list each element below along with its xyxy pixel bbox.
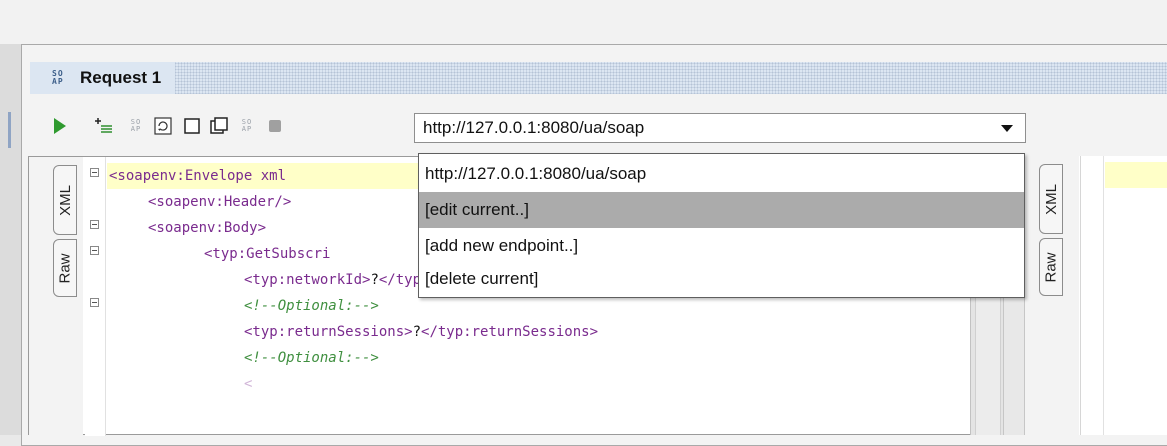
- endpoint-combo[interactable]: http://127.0.0.1:8080/ua/soap: [414, 113, 1026, 143]
- format-icon[interactable]: [153, 114, 173, 138]
- left-strip: [0, 44, 22, 435]
- tab-xml[interactable]: XML: [53, 165, 77, 235]
- endpoint-dropdown-list[interactable]: http://127.0.0.1:8080/ua/soap [edit curr…: [418, 153, 1025, 298]
- code-line-1: <soapenv:Envelope xml: [109, 163, 286, 189]
- code-line-5-value: ?: [370, 272, 379, 288]
- soap-icon: SO AP: [52, 67, 74, 89]
- title-inner: SO AP Request 1: [30, 62, 176, 94]
- fold-toggle-envelope[interactable]: [90, 168, 99, 177]
- response-tab-xml[interactable]: XML: [1039, 164, 1063, 234]
- endpoint-value: http://127.0.0.1:8080/ua/soap: [423, 118, 645, 137]
- code-line-8-comment: <!--Optional:-->: [244, 350, 379, 366]
- request-titlebar[interactable]: SO AP Request 1: [30, 62, 1167, 94]
- tab-xml-label: XML: [56, 184, 74, 216]
- code-line-2: <soapenv:Header/>: [148, 189, 291, 215]
- soap-disabled-icon: SO AP: [237, 114, 257, 138]
- fold-toggle-comment[interactable]: [90, 298, 99, 307]
- code-line-5-open: <typ:networkId>: [244, 272, 371, 288]
- code-line-7: <typ:returnSessions>?</typ:returnSession…: [244, 319, 598, 345]
- dropdown-option-edit-current[interactable]: [edit current..]: [419, 192, 1024, 228]
- response-tab-xml-label: XML: [1042, 183, 1060, 215]
- response-tab-raw-label: Raw: [1042, 251, 1060, 283]
- response-line-highlight: [1105, 162, 1167, 188]
- response-gutter: [1080, 156, 1104, 435]
- soap-icon-bottom: AP: [52, 77, 64, 86]
- tab-raw-label: Raw: [56, 252, 74, 284]
- response-side-tabs: XML Raw: [1025, 156, 1079, 435]
- dropdown-option-add-endpoint[interactable]: [add new endpoint..]: [419, 228, 1024, 264]
- add-header-icon[interactable]: [93, 114, 115, 138]
- code-line-6: <!--Optional:-->: [244, 293, 379, 319]
- code-line-3-tag: <soapenv:Body>: [148, 220, 267, 236]
- editor-side-tabs: XML Raw: [29, 157, 83, 436]
- top-bar: [0, 0, 1167, 45]
- code-line-3: <soapenv:Body>: [148, 215, 266, 241]
- maximize-icon[interactable]: [182, 114, 202, 138]
- code-line-1-attr: xml: [252, 168, 287, 184]
- soap-small-bottom: AP: [130, 125, 142, 133]
- code-line-7-close: </typ:returnSessions>: [421, 324, 599, 340]
- code-line-9-partial: <: [244, 376, 253, 392]
- split-view-icon[interactable]: [209, 114, 229, 138]
- code-line-7-open: <typ:returnSessions>: [244, 324, 413, 340]
- fold-toggle-body[interactable]: [90, 220, 99, 229]
- code-line-7-value: ?: [412, 324, 422, 340]
- stop-icon: [266, 114, 284, 138]
- dropdown-option-delete-current[interactable]: [delete current]: [419, 261, 1024, 297]
- left-indicator: [8, 112, 11, 148]
- response-pane: XML Raw: [1025, 156, 1167, 435]
- play-icon[interactable]: [52, 114, 68, 138]
- soap-small-icon[interactable]: SO AP: [126, 114, 146, 138]
- tab-raw[interactable]: Raw: [53, 239, 77, 297]
- code-line-6-comment: <!--Optional:-->: [244, 298, 379, 314]
- response-tab-raw[interactable]: Raw: [1039, 238, 1063, 296]
- code-line-8: <!--Optional:-->: [244, 345, 379, 371]
- fold-toggle-getsubscriber[interactable]: [90, 246, 99, 255]
- code-line-2-tag: <soapenv:Header/>: [148, 194, 292, 210]
- request-title: Request 1: [80, 68, 162, 87]
- chevron-down-icon[interactable]: [1001, 125, 1013, 132]
- soap-disabled-bottom: AP: [241, 125, 253, 133]
- code-line-4-tag: <typ:GetSubscri: [204, 246, 331, 262]
- dropdown-option-endpoint[interactable]: http://127.0.0.1:8080/ua/soap: [419, 156, 1024, 192]
- code-line-4: <typ:GetSubscri: [204, 241, 330, 267]
- code-line-1-tag: <soapenv:Envelope: [109, 168, 253, 184]
- fold-gutter: [85, 157, 106, 436]
